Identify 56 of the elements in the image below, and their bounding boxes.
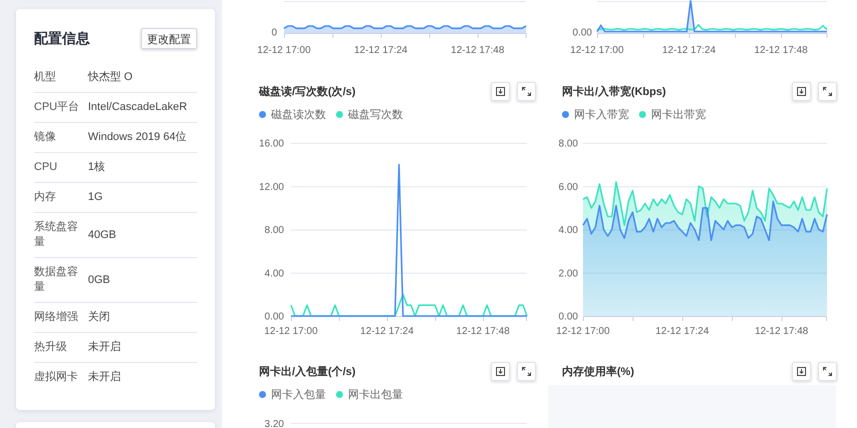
y-tick-label: 2.00 [558, 268, 578, 280]
field-label: 网络增强 [34, 310, 79, 325]
field-value: 未开启 [88, 340, 121, 355]
x-tick-label: 12-12 17:24 [656, 326, 709, 337]
x-tick-label: 12-12 17:00 [556, 326, 610, 337]
y-tick-label: 8.00 [264, 225, 284, 236]
x-tick-label: 12-12 17:00 [570, 45, 624, 56]
field-value: 关闭 [88, 310, 110, 325]
y-tick-label: 16.00 [258, 138, 284, 150]
field-value: 快杰型 O [88, 70, 133, 85]
y-tick-label: 4.00 [264, 268, 284, 280]
chart-title: 网卡出/入带宽(Kbps) [562, 84, 667, 98]
field-value: 1核 [88, 160, 106, 175]
legend-label: 网卡入包量 [271, 388, 326, 402]
x-tick-label: 12-12 17:24 [662, 45, 716, 56]
field-label: 机型 [34, 70, 57, 85]
field-value: Windows 2019 64位 [88, 130, 186, 145]
field-label: 系统盘容量 [34, 220, 79, 250]
y-tick-label: 4.00 [558, 225, 578, 236]
y-tick-label: 0.00 [572, 28, 592, 38]
chart-title: 网卡出/入包量(个/s) [259, 364, 357, 378]
x-tick-label: 12-12 17:48 [754, 45, 808, 56]
legend-label: 网卡出带宽 [651, 108, 706, 122]
chart-title: 内存使用率(%) [562, 364, 636, 378]
y-tick-label: 0 [271, 28, 277, 38]
y-tick-label: 8.00 [558, 138, 578, 150]
field-label: CPU [34, 160, 58, 175]
y-tick-label: 3.20 [264, 419, 284, 428]
field-value: 40GB [88, 228, 116, 242]
y-tick-label: 12.00 [258, 182, 284, 193]
field-value: 0GB [88, 272, 110, 288]
field-label: 热升级 [34, 340, 68, 355]
y-tick-label: 0.00 [558, 312, 578, 322]
x-tick-label: 12-12 17:24 [354, 45, 408, 56]
x-tick-label: 12-12 17:48 [456, 326, 510, 337]
field-value: 未开启 [88, 370, 121, 385]
y-tick-label: 6.00 [558, 182, 578, 193]
field-value: Intel/CascadeLakeR [88, 100, 188, 115]
legend-label: 网卡出包量 [348, 388, 403, 402]
x-tick-label: 12-12 17:00 [264, 326, 318, 337]
legend-label: 磁盘写次数 [348, 108, 403, 122]
field-value: 1G [88, 190, 103, 205]
card-title: 配置信息 [34, 30, 90, 48]
field-label: 虚拟网卡 [34, 370, 79, 385]
field-label: CPU平台 [34, 100, 80, 115]
field-label: 镜像 [34, 130, 57, 145]
field-label: 内存 [34, 190, 57, 205]
chart-title: 磁盘读/写次数(次/s) [259, 84, 357, 98]
x-tick-label: 12-12 17:48 [450, 45, 504, 56]
legend-label: 磁盘读次数 [271, 108, 326, 122]
x-tick-label: 12-12 17:00 [257, 45, 311, 56]
x-tick-label: 12-12 17:24 [360, 326, 414, 337]
y-tick-label: 0.00 [264, 312, 284, 322]
field-label: 数据盘容量 [34, 265, 79, 295]
x-tick-label: 12-12 17:48 [754, 326, 808, 337]
legend-label: 网卡入带宽 [574, 108, 629, 122]
